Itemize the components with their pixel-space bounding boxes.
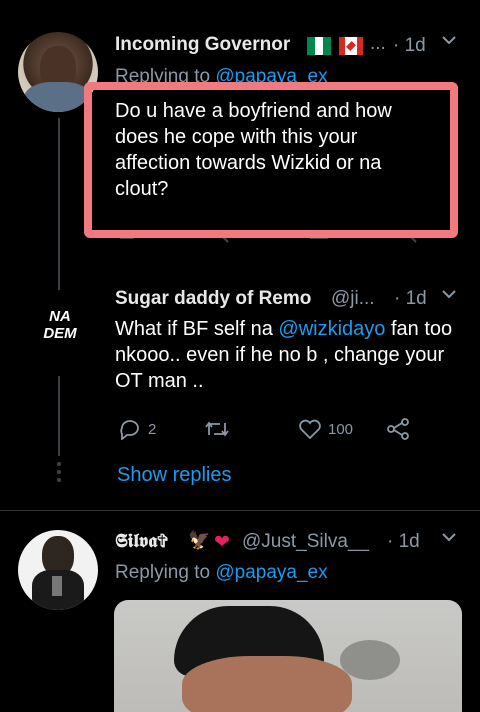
tweet-text: What if BF self na @wizkidayo fan too nk…	[115, 316, 455, 394]
heart-outline-icon	[299, 419, 321, 440]
nigeria-flag-icon	[307, 37, 331, 55]
eagle-icon: 🦅	[188, 530, 211, 550]
timestamp[interactable]: · 1d	[393, 35, 426, 57]
avatar-text-line1: NA	[49, 308, 71, 325]
avatar-just-silva[interactable]	[18, 530, 98, 610]
share-button[interactable]	[386, 418, 410, 440]
thread-line	[58, 118, 60, 298]
divider	[0, 510, 480, 511]
chevron-down-icon[interactable]	[441, 287, 457, 305]
retweet-button[interactable]	[204, 418, 230, 440]
thread-line	[58, 376, 60, 456]
name-ellipsis: ...	[370, 33, 386, 54]
tweet-text-start: What if BF self na	[115, 318, 279, 340]
timestamp[interactable]: · 1d	[387, 531, 420, 553]
like-count: 100	[328, 420, 354, 438]
replying-prefix: Replying to	[115, 562, 216, 583]
handle[interactable]: @Just_Silva__	[242, 531, 369, 553]
handle[interactable]: @ji...	[331, 288, 375, 310]
chevron-down-icon[interactable]	[441, 33, 457, 51]
display-name[interactable]: Sugar daddy of Remo	[115, 288, 311, 310]
display-name-text: 𝕾𝖎𝖑𝖛𝖆✞	[115, 530, 168, 552]
like-button[interactable]: 100	[298, 418, 353, 440]
tweet-text: Do u have a boyfriend and how does he co…	[115, 100, 392, 200]
reply-icon	[120, 420, 139, 440]
mention-link[interactable]: @wizkidayo	[278, 318, 385, 340]
heart-icon: ❤	[214, 532, 230, 553]
chevron-down-icon[interactable]	[441, 530, 457, 548]
show-replies-link[interactable]: Show replies	[117, 464, 232, 487]
display-name[interactable]: Incoming Governor	[115, 34, 290, 56]
reply-count: 2	[148, 420, 157, 438]
replying-to: Replying to @papaya_ex	[115, 562, 328, 584]
canada-flag-icon	[339, 37, 363, 55]
timestamp[interactable]: · 1d	[394, 288, 427, 310]
avatar-text-line2: DEM	[43, 325, 77, 342]
retweet-icon	[205, 421, 229, 437]
avatar-na-dem[interactable]: NA DEM	[20, 290, 100, 370]
tweet-media-image[interactable]	[114, 600, 462, 712]
thread-dots	[57, 462, 61, 482]
display-name[interactable]: 𝕾𝖎𝖑𝖛𝖆✞	[115, 530, 168, 552]
reply-button[interactable]: 2	[118, 418, 156, 440]
share-icon	[387, 418, 409, 440]
replying-handle[interactable]: @papaya_ex	[215, 562, 327, 583]
